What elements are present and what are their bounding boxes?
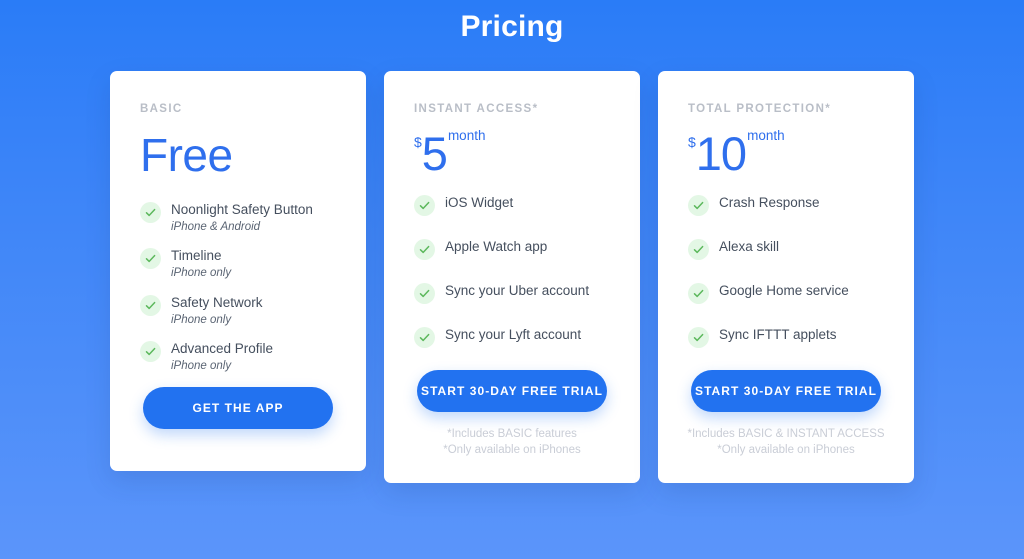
list-item: Timeline iPhone only bbox=[140, 247, 336, 281]
feature-text: Safety Network iPhone only bbox=[171, 294, 263, 328]
start-free-trial-button[interactable]: START 30-DAY FREE TRIAL bbox=[417, 369, 607, 412]
feature-text: iOS Widget bbox=[445, 194, 513, 212]
plan-label-instant-access: INSTANT ACCESS* bbox=[414, 103, 539, 115]
feature-name: Safety Network bbox=[171, 294, 263, 310]
cta-container-basic: GET THE APP bbox=[140, 387, 336, 471]
check-icon bbox=[414, 282, 435, 304]
plan-price-total-protection: $10month bbox=[688, 126, 884, 177]
plan-price-basic: Free bbox=[140, 126, 336, 184]
feature-name: Sync your Lyft account bbox=[445, 326, 582, 342]
check-icon bbox=[414, 194, 435, 216]
check-icon bbox=[140, 294, 161, 316]
feature-list-total-protection: Crash Response Alexa skill Google Home s… bbox=[688, 194, 884, 370]
list-item: Sync your Lyft account bbox=[414, 326, 610, 348]
price-amount: 10 bbox=[695, 127, 747, 180]
disclaimer-line: *Only available on iPhones bbox=[717, 444, 855, 457]
check-icon bbox=[140, 248, 161, 270]
feature-text: Alexa skill bbox=[719, 238, 779, 256]
feature-name: Sync IFTTT applets bbox=[719, 326, 837, 342]
check-icon bbox=[414, 326, 435, 348]
list-item: Noonlight Safety Button iPhone & Android bbox=[140, 201, 336, 235]
feature-name: Apple Watch app bbox=[445, 238, 548, 254]
check-icon bbox=[688, 282, 709, 304]
feature-name: Alexa skill bbox=[719, 238, 780, 254]
page-title: Pricing bbox=[460, 10, 564, 43]
plan-price-instant-access: $5month bbox=[414, 126, 610, 177]
plan-label-basic: BASIC bbox=[140, 103, 183, 115]
cta-container-total-protection: START 30-DAY FREE TRIAL *Includes BASIC … bbox=[687, 369, 885, 483]
feature-list-instant-access: iOS Widget Apple Watch app Sync your Ube… bbox=[414, 194, 610, 370]
check-icon bbox=[140, 202, 161, 223]
list-item: Crash Response bbox=[688, 194, 884, 216]
feature-text: Noonlight Safety Button iPhone & Android bbox=[171, 201, 313, 235]
disclaimer-instant-access: *Includes BASIC features *Only available… bbox=[443, 426, 580, 459]
pricing-card-instant-access: INSTANT ACCESS* $5month iOS Widget Apple… bbox=[384, 71, 640, 483]
feature-name: Crash Response bbox=[719, 194, 820, 210]
feature-list-basic: Noonlight Safety Button iPhone & Android… bbox=[140, 201, 336, 387]
start-free-trial-button[interactable]: START 30-DAY FREE TRIAL bbox=[691, 369, 881, 412]
feature-name: iOS Widget bbox=[445, 194, 514, 210]
check-icon bbox=[688, 326, 709, 348]
pricing-cards-container: BASIC Free Noonlight Safety Button iPhon… bbox=[0, 71, 1024, 483]
feature-text: Crash Response bbox=[719, 194, 820, 212]
list-item: Advanced Profile iPhone only bbox=[140, 340, 336, 374]
check-icon bbox=[140, 341, 161, 363]
disclaimer-total-protection: *Includes BASIC & INSTANT ACCESS *Only a… bbox=[687, 426, 884, 459]
feature-name: Advanced Profile bbox=[171, 341, 274, 357]
price-period: month bbox=[747, 128, 785, 143]
disclaimer-line: *Includes BASIC features bbox=[447, 427, 577, 440]
price-amount: 5 bbox=[421, 127, 448, 180]
list-item: Safety Network iPhone only bbox=[140, 294, 336, 328]
price-inline: $5month bbox=[414, 126, 486, 177]
list-item: Sync IFTTT applets bbox=[688, 326, 884, 348]
feature-text: Sync your Lyft account bbox=[445, 326, 581, 344]
list-item: Alexa skill bbox=[688, 238, 884, 260]
price-currency-symbol: $ bbox=[414, 134, 422, 150]
check-icon bbox=[688, 194, 709, 216]
feature-text: Timeline iPhone only bbox=[171, 247, 231, 281]
pricing-card-total-protection: TOTAL PROTECTION* $10month Crash Respons… bbox=[658, 71, 914, 483]
feature-text: Apple Watch app bbox=[445, 238, 547, 256]
feature-sub: iPhone only bbox=[171, 360, 232, 373]
feature-text: Advanced Profile iPhone only bbox=[171, 340, 273, 374]
feature-name: Google Home service bbox=[719, 282, 849, 298]
check-icon bbox=[414, 238, 435, 260]
cta-container-instant-access: START 30-DAY FREE TRIAL *Includes BASIC … bbox=[414, 369, 610, 483]
feature-name: Noonlight Safety Button bbox=[171, 202, 313, 217]
disclaimer-line: *Only available on iPhones bbox=[443, 444, 581, 457]
price-currency-symbol: $ bbox=[688, 134, 696, 150]
feature-sub: iPhone only bbox=[171, 267, 232, 280]
check-icon bbox=[688, 238, 709, 260]
price-free-text: Free bbox=[140, 129, 233, 181]
list-item: Google Home service bbox=[688, 282, 884, 304]
pricing-card-basic: BASIC Free Noonlight Safety Button iPhon… bbox=[110, 71, 366, 471]
feature-sub: iPhone only bbox=[171, 313, 232, 326]
get-the-app-button[interactable]: GET THE APP bbox=[143, 387, 333, 429]
list-item: Sync your Uber account bbox=[414, 282, 610, 304]
disclaimer-line: *Includes BASIC & INSTANT ACCESS bbox=[687, 427, 885, 440]
feature-sub: iPhone & Android bbox=[171, 220, 261, 233]
feature-name: Sync your Uber account bbox=[445, 282, 590, 298]
price-inline: $10month bbox=[688, 126, 785, 177]
feature-text: Google Home service bbox=[719, 282, 849, 300]
feature-name: Timeline bbox=[171, 248, 222, 264]
feature-text: Sync IFTTT applets bbox=[719, 326, 837, 344]
list-item: Apple Watch app bbox=[414, 238, 610, 260]
list-item: iOS Widget bbox=[414, 194, 610, 216]
price-period: month bbox=[447, 128, 486, 143]
plan-label-total-protection: TOTAL PROTECTION* bbox=[688, 103, 832, 115]
feature-text: Sync your Uber account bbox=[445, 282, 589, 300]
